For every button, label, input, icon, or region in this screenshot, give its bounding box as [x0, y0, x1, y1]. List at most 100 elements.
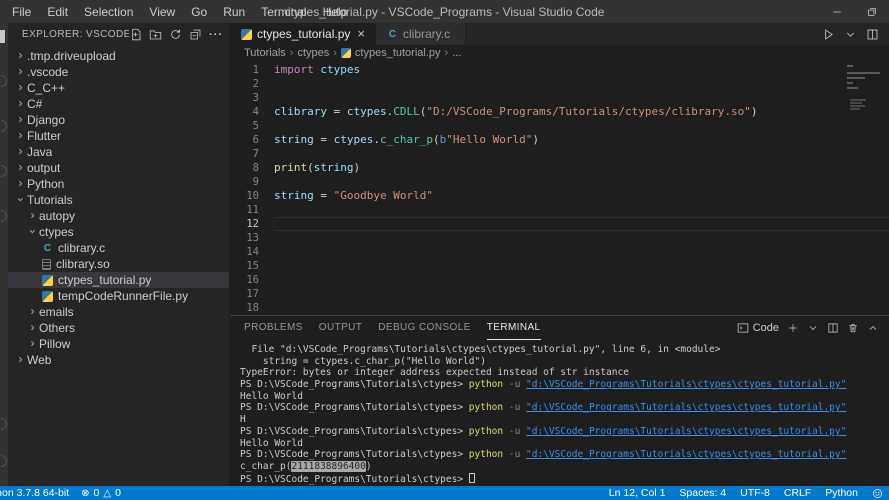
run-file-button[interactable] [822, 28, 835, 41]
code-line-1[interactable]: 1 import ctypes [230, 63, 889, 77]
terminal-text: Hello World [240, 390, 303, 402]
line-number: 13 [246, 232, 259, 244]
menu-item-view[interactable]: View [141, 0, 183, 23]
menu-item-file[interactable]: File [4, 0, 39, 23]
code-line-8[interactable]: 8 print(string) [230, 161, 889, 175]
breadcrumb-item[interactable]: ctypes [297, 47, 329, 59]
code-line-13[interactable]: 13 [230, 231, 889, 245]
tree-item-.vscode[interactable]: › .vscode [8, 64, 229, 80]
panel-tab-problems[interactable]: PROBLEMS [244, 316, 303, 340]
panel-tab-debug-console[interactable]: DEBUG CONSOLE [378, 316, 470, 340]
tree-item-ctypes_tutorial.py[interactable]: ctypes_tutorial.py [8, 272, 229, 288]
menu-item-terminal[interactable]: Terminal [253, 0, 314, 23]
tree-item-Django[interactable]: › Django [8, 112, 229, 128]
code-line-18[interactable]: 18 [230, 301, 889, 315]
breadcrumb-item[interactable]: ctypes_tutorial.py [355, 47, 441, 59]
split-terminal-button[interactable] [827, 322, 839, 334]
code-line-16[interactable]: 16 [230, 273, 889, 287]
error-count: 0 [93, 487, 100, 499]
close-icon[interactable]: × [356, 27, 366, 40]
encoding[interactable]: UTF-8 [740, 487, 770, 499]
tree-item-Java[interactable]: › Java [8, 144, 229, 160]
line-content [274, 231, 889, 245]
tree-item-clibrary.c[interactable]: Cclibrary.c [8, 240, 229, 256]
code-line-7[interactable]: 7 [230, 147, 889, 161]
code-token: CDLL [393, 105, 420, 118]
terminal-shell-picker[interactable]: Code [737, 322, 779, 334]
minimap[interactable] [844, 63, 886, 183]
collapse-folders-button[interactable] [189, 28, 202, 41]
new-folder-button[interactable] [149, 28, 162, 41]
minimize-button[interactable] [819, 0, 854, 23]
more-actions-button[interactable]: ··· [209, 29, 223, 40]
code-line-14[interactable]: 14 [230, 245, 889, 259]
menu-item-edit[interactable]: Edit [39, 0, 76, 23]
tree-item-Python[interactable]: › Python [8, 176, 229, 192]
kill-terminal-button[interactable] [847, 322, 859, 334]
errors-icon: ⊗ [81, 487, 90, 499]
code-token: string [313, 161, 354, 174]
breadcrumb-item[interactable]: ... [452, 47, 461, 59]
tree-item-Pillow[interactable]: › Pillow [8, 336, 229, 352]
code-lines: 1 import ctypes 2 3 4 clibrary = ctypes.CDLL(… [230, 63, 889, 315]
tree-item-Flutter[interactable]: › Flutter [8, 128, 229, 144]
tree-item-Web[interactable]: › Web [8, 352, 229, 368]
maximize-panel-button[interactable] [867, 322, 879, 334]
code-line-4[interactable]: 4 clibrary = ctypes.CDLL("D:/VSCode_Progr… [230, 105, 889, 119]
tree-item-emails[interactable]: › emails [8, 304, 229, 320]
code-line-11[interactable]: 11 [230, 203, 889, 217]
chevron-down-icon[interactable] [807, 322, 819, 334]
cursor-position[interactable]: Ln 12, Col 1 [609, 487, 666, 499]
tree-item-clibrary.so[interactable]: clibrary.so [8, 256, 229, 272]
code-token: ctypes [333, 133, 374, 146]
tree-item-C#[interactable]: › C# [8, 96, 229, 112]
panel-tab-terminal[interactable]: TERMINAL [486, 316, 541, 340]
code-line-2[interactable]: 2 [230, 77, 889, 91]
panel-tab-output[interactable]: OUTPUT [319, 316, 363, 340]
code-line-6[interactable]: 6 string = ctypes.c_char_p(b"Hello World"… [230, 133, 889, 147]
tree-item-tempCodeRunnerFile.py[interactable]: tempCodeRunnerFile.py [8, 288, 229, 304]
feedback-smiley-icon[interactable] [872, 488, 883, 499]
code-line-15[interactable]: 15 [230, 259, 889, 273]
tree-item-ctypes[interactable]: › ctypes [8, 224, 229, 240]
indentation[interactable]: Spaces: 4 [679, 487, 726, 499]
code-line-9[interactable]: 9 [230, 175, 889, 189]
activity-bar[interactable] [0, 23, 8, 486]
problems-indicator[interactable]: ⊗ 0 △ 0 [81, 487, 121, 499]
chevron-right-icon: › [30, 335, 35, 350]
code-line-3[interactable]: 3 [230, 91, 889, 105]
chevron-right-icon: › [18, 159, 23, 174]
code-line-17[interactable]: 17 [230, 287, 889, 301]
code-line-5[interactable]: 5 [230, 119, 889, 133]
terminal[interactable]: File "d:\VSCode_Programs\Tutorials\ctype… [230, 340, 889, 486]
new-terminal-button[interactable] [787, 322, 799, 334]
menu-item-go[interactable]: Go [183, 0, 215, 23]
code-line-12[interactable]: 12 [230, 217, 889, 231]
tree-item-Others[interactable]: › Others [8, 320, 229, 336]
eol-sequence[interactable]: CRLF [784, 487, 811, 499]
tree-item-C_C++[interactable]: › C_C++ [8, 80, 229, 96]
python-interpreter[interactable]: Python 3.7.8 64-bit [0, 487, 69, 499]
menu-item-selection[interactable]: Selection [76, 0, 141, 23]
chevron-down-icon[interactable] [844, 28, 857, 41]
shell-label: Code [752, 322, 779, 334]
breadcrumb-item[interactable]: Tutorials [244, 47, 286, 59]
code-editor[interactable]: 1 import ctypes 2 3 4 clibrary = ctypes.CDLL(… [230, 61, 889, 315]
tree-item-.tmp.driveupload[interactable]: › .tmp.driveupload [8, 48, 229, 64]
language-mode[interactable]: Python [825, 487, 858, 499]
terminal-line: c_char_p(2111838896400) [240, 460, 889, 473]
restore-button[interactable] [854, 0, 889, 23]
refresh-icon[interactable] [169, 28, 182, 41]
tree-item-autopy[interactable]: › autopy [8, 208, 229, 224]
menu-item-help[interactable]: Help [315, 0, 356, 23]
tree-item-Tutorials[interactable]: › Tutorials [8, 192, 229, 208]
split-editor-button[interactable] [866, 28, 879, 41]
new-file-button[interactable] [129, 28, 142, 41]
terminal-text: -u [508, 449, 521, 461]
tab-ctypes_tutorial.py[interactable]: ctypes_tutorial.py × [230, 23, 376, 45]
tree-item-output[interactable]: › output [8, 160, 229, 176]
menu-item-run[interactable]: Run [215, 0, 253, 23]
tab-clibrary.c[interactable]: Cclibrary.c [375, 23, 467, 45]
code-line-10[interactable]: 10 string = "Goodbye World" [230, 189, 889, 203]
terminal-line: PS D:\VSCode_Programs\Tutorials\ctypes> … [240, 426, 889, 438]
